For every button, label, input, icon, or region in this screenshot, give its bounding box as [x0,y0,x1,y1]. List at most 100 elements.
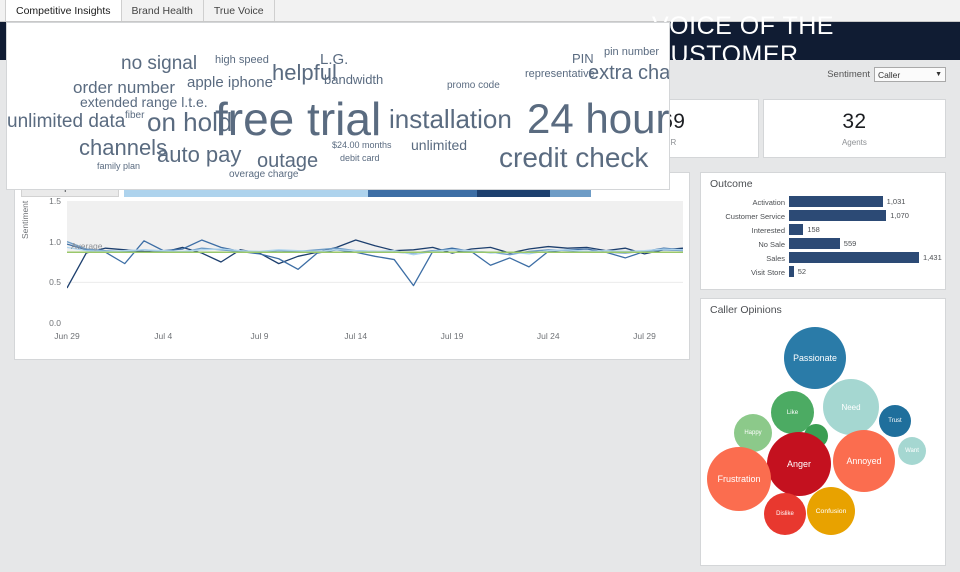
tab-competitive-insights[interactable]: Competitive Insights [5,0,122,21]
outcome-bar-row[interactable]: Activation 1,031 [701,195,947,209]
x-axis-tick-label: Jul 19 [440,331,464,341]
outcome-bar-row[interactable]: Interested 158 [701,223,947,237]
outcome-bar-row[interactable]: Visit Store 52 [701,265,947,279]
outcome-bar-rows: Activation 1,031 Customer Service 1,070 Inte… [701,195,947,279]
outcome-bar-track: 158 [789,223,947,237]
opinion-bubble[interactable]: Want [898,437,926,465]
opinion-bubble-label: Want [905,448,919,454]
word-cloud-term[interactable]: auto pay [157,143,241,166]
word-cloud-term[interactable]: free trial [215,95,381,144]
opinion-bubble-label: Anger [786,459,812,469]
word-cloud-term[interactable]: 24 hours [527,96,669,141]
word-cloud-term[interactable]: overage charge [229,169,299,181]
opinion-bubble[interactable]: Confusion [807,487,855,535]
opinion-bubble-label: Passionate [793,353,837,363]
x-axis-tick-label: Jul 14 [344,331,368,341]
opinion-bubble-label: Dislike [776,511,794,517]
sentiment-plot: Sentiment 0.0 0.5 1.0 1.5 Jun 29 Jul 4 Jul 9 J… [20,196,685,353]
outcome-bar[interactable] [789,224,804,235]
outcome-category-label: Activation [752,197,785,207]
outcome-bar-track: 1,070 [789,209,947,223]
x-axis-tick-label: Jul 9 [250,331,269,341]
outcome-bar[interactable] [789,252,919,263]
outcome-bar-value: 158 [807,225,820,234]
x-axis-tick-label: Jul 4 [154,331,173,341]
word-cloud-term[interactable]: bandwidth [324,73,383,87]
outcome-bar-row[interactable]: No Sale 559 [701,237,947,251]
word-cloud-term[interactable]: pin number [604,46,659,59]
word-cloud-term[interactable]: fiber [125,110,144,122]
outcome-bar[interactable] [789,266,794,277]
opinion-bubble-label: Happy [744,430,762,436]
sentiment-select[interactable]: Caller ▼ [874,67,946,82]
outcome-category-label: Interested [751,225,785,235]
y-axis-tick-label: 0.5 [49,277,61,288]
sentiment-select-value: Caller [878,69,901,80]
opinion-bubble[interactable]: Anger [767,432,831,496]
word-cloud-term[interactable]: debit card [340,153,380,163]
opinion-bubble[interactable]: Trust [879,405,911,437]
word-cloud-term[interactable]: unlimited data [7,112,125,132]
word-cloud-term[interactable]: on hold [147,108,232,136]
caller-opinions-panel: Caller Opinions Passionate Need Like Trust H… [700,298,946,566]
outcome-bar-row[interactable]: Customer Service 1,070 [701,209,947,223]
chevron-down-icon: ▼ [935,71,942,78]
word-cloud-term[interactable]: channels [79,136,167,159]
outcome-bar-value: 52 [797,267,807,276]
outcome-bar-value: 1,031 [886,197,906,206]
opinion-bubble[interactable]: Dislike [764,493,806,535]
outcome-category-label: Visit Store [750,267,785,277]
word-cloud-term[interactable]: PIN [572,52,594,66]
opinion-bubble[interactable]: Passionate [784,327,846,389]
outcome-bar-value: 559 [843,239,857,248]
outcome-bar-value: 1,431 [923,253,942,262]
word-cloud-term[interactable]: promo code [447,80,500,92]
sentiment-filter: Sentiment Caller ▼ [827,67,946,82]
word-cloud-term[interactable]: representative [525,68,595,81]
y-axis-tick-label: 1.0 [49,236,61,247]
sentiment-filter-label: Sentiment [827,69,870,80]
word-cloud-term[interactable]: high speed [215,54,269,67]
caller-opinions-bubbles: Passionate Need Like Trust Happy Want Anger Ann… [701,319,947,565]
outcome-bar[interactable] [789,196,883,207]
word-cloud-term[interactable]: installation [389,105,512,133]
y-axis-title: Sentiment [20,200,30,239]
word-cloud-term[interactable]: unlimited [411,138,467,153]
plot-area: Average [66,201,684,323]
outcome-bar-value: 1,070 [890,211,909,220]
caller-opinions-title: Caller Opinions [710,304,782,316]
opinion-bubble-label: Trust [888,418,902,424]
opinion-bubble[interactable]: Frustration [707,447,771,511]
opinion-bubble-label: Confusion [815,507,847,515]
word-cloud-term[interactable]: $24.00 months [332,140,392,150]
tab-true-voice[interactable]: True Voice [202,0,275,21]
outcome-bar[interactable] [789,210,887,221]
opinion-bubble[interactable]: Annoyed [833,430,895,492]
word-cloud-term[interactable]: L.G. [320,52,348,68]
competitor-sentiment-chart-panel: Competitors Sentiment 0.00.51.01.5 Jun 2… [14,172,690,360]
kpi-value: 32 [842,110,867,133]
word-cloud-term[interactable]: family plan [97,161,140,171]
y-axis-tick-label: 1.5 [49,196,61,206]
outcome-category-label: No Sale [758,239,785,249]
word-cloud-term[interactable]: credit check [499,143,648,173]
tab-brand-health[interactable]: Brand Health [120,0,204,21]
word-cloud-term[interactable]: apple iphone [187,75,273,91]
opinion-bubble-label: Need [841,402,861,412]
outcome-title: Outcome [710,178,753,190]
word-cloud-box: free trial 24 hours installation credit che… [6,22,670,190]
x-axis-tick-label: Jul 24 [536,331,560,341]
word-cloud-term[interactable]: no signal [121,54,197,74]
kpi-card: 32 Agents [762,99,947,158]
opinion-bubble-label: Like [786,409,799,416]
x-axis-tick-label: Jul 29 [633,331,656,341]
word-cloud-term[interactable]: extended range l.t.e. [80,95,208,110]
word-cloud-term[interactable]: extra charge [588,63,669,84]
opinion-bubble[interactable]: Need [823,379,879,435]
tab-label: True Voice [213,4,264,17]
outcome-bar[interactable] [789,238,840,249]
outcome-bar-row[interactable]: Sales 1,431 [701,251,947,265]
sentiment-line-svg: Average [66,201,684,323]
outcome-category-label: Customer Service [725,211,785,221]
x-axis-tick-label: Jun 29 [54,331,80,341]
